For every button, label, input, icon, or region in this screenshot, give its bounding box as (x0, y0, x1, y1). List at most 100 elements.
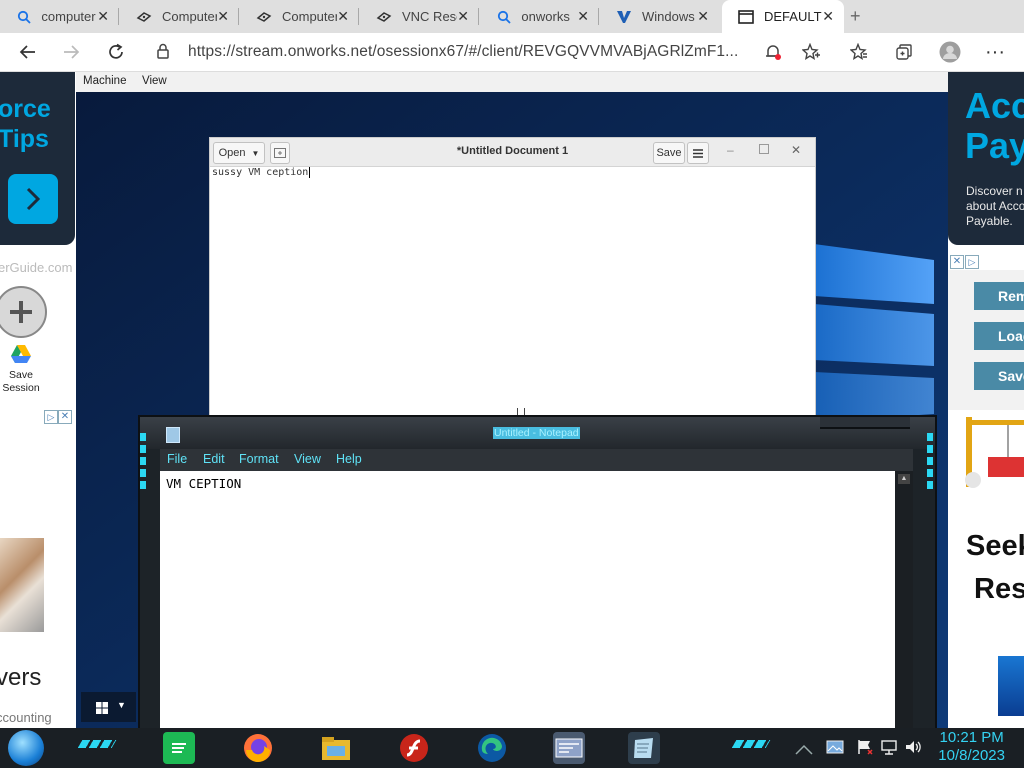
close-tab-icon[interactable]: ✕ (97, 8, 109, 25)
bell-icon (766, 45, 781, 60)
search-icon (496, 9, 511, 25)
scroll-up-arrow-icon[interactable]: ▲ (898, 474, 910, 484)
close-tab-icon[interactable]: ✕ (822, 8, 834, 25)
profile-button[interactable] (937, 39, 963, 65)
close-tab-icon[interactable]: ✕ (337, 8, 349, 25)
taskbar: 10:21 PM 10/8/2023 (0, 728, 1024, 768)
vnc-menu-bar: Machine View (76, 72, 948, 92)
close-button[interactable]: ✕ (791, 143, 801, 157)
seek-text-1: Seek (966, 530, 1024, 562)
tab-onworks-search[interactable]: onworks ✕ (480, 0, 599, 33)
notepad-titlebar: Untitled - Notepad (140, 417, 935, 493)
lock-icon[interactable] (156, 43, 170, 59)
ad-description: Discover n about Acco Payable. (966, 184, 1024, 228)
tab-title: Computer (282, 9, 338, 24)
skin-accent (731, 740, 771, 748)
ad-choices-bar: ✕ ▷ (948, 254, 988, 269)
new-tab-button[interactable]: + (850, 6, 861, 27)
ad-choices-bar: ▷ ✕ (0, 410, 76, 424)
ad-heading-line1: Acc (965, 85, 1024, 126)
favorites-star-icon (850, 43, 867, 60)
notifications-blocked-button[interactable] (760, 39, 786, 65)
save-button[interactable]: Save (653, 142, 685, 164)
tab-computer-gitbook[interactable]: Computer ✕ (120, 0, 239, 33)
notepad-title: Untitled - Notepad (493, 427, 580, 439)
ad-choices-icon[interactable]: ▷ (965, 255, 979, 269)
add-icon[interactable] (0, 286, 47, 338)
ad-image (0, 538, 44, 632)
minimize-button[interactable]: – (727, 143, 734, 157)
tab-title: computer (41, 9, 96, 24)
firefox-icon[interactable] (242, 732, 274, 764)
action-center-flag-icon[interactable] (856, 738, 874, 756)
close-tab-icon[interactable]: ✕ (577, 8, 589, 25)
gedit-content: sussy VM ception (212, 167, 309, 178)
notepad-taskbar-icon[interactable] (628, 732, 660, 764)
ad-close-icon[interactable]: ✕ (950, 255, 964, 269)
clock-date: 10/8/2023 (938, 747, 1005, 764)
close-tab-icon[interactable]: ✕ (457, 8, 469, 25)
load-button[interactable]: Load (974, 322, 1024, 350)
start-button[interactable] (96, 702, 108, 717)
right-ad-card[interactable]: Acc Pay Discover n about Acco Payable. (948, 72, 1024, 245)
system-clock[interactable]: 10:21 PM 10/8/2023 (938, 729, 1005, 765)
spotify-like-app-icon[interactable] (163, 732, 195, 764)
file-explorer-icon[interactable] (320, 732, 352, 764)
menu-machine[interactable]: Machine (83, 75, 126, 87)
tab-computer-search[interactable]: computer ✕ (0, 0, 119, 33)
text-cursor (309, 167, 311, 178)
gedit-window: Open ▼ *Untitled Document 1 Save – ✕ sus… (209, 137, 816, 418)
notepad-text-area[interactable]: VM CEPTION (160, 471, 895, 730)
collections-button[interactable] (891, 39, 917, 65)
tab-title: DEFAULT (764, 9, 822, 24)
tab-computer-gitbook-2[interactable]: Computer ✕ (240, 0, 359, 33)
favorites-button[interactable] (846, 39, 872, 65)
hamburger-menu-button[interactable] (687, 142, 709, 164)
menu-help[interactable]: Help (336, 452, 362, 466)
network-icon[interactable] (880, 738, 898, 756)
notepad-menu-bar: File Edit Format View Help (160, 449, 913, 471)
tab-vnc-resolution[interactable]: VNC Reso ✕ (360, 0, 479, 33)
maximize-button[interactable] (759, 144, 769, 154)
vertical-scrollbar[interactable]: ▲ (895, 471, 913, 730)
clock-time: 10:21 PM (939, 729, 1004, 746)
windows-logo-icon (96, 702, 108, 714)
edge-browser-icon[interactable] (476, 732, 508, 764)
menu-view[interactable]: View (294, 452, 321, 466)
remove-button[interactable]: Rem (974, 282, 1024, 310)
menu-view[interactable]: View (142, 75, 167, 87)
save-session-button[interactable]: Save Session (2, 342, 40, 402)
ad-close-icon[interactable]: ✕ (58, 410, 72, 424)
menu-edit[interactable]: Edit (203, 452, 225, 466)
volume-icon[interactable] (904, 738, 922, 756)
add-favorite-button[interactable] (798, 39, 824, 65)
more-options-button[interactable]: ··· (982, 39, 1008, 65)
forward-arrow-icon (64, 45, 80, 59)
forward-button[interactable] (58, 39, 84, 65)
menu-format[interactable]: Format (239, 452, 279, 466)
tab-default-active[interactable]: DEFAULT ✕ (722, 0, 844, 33)
left-ad-card[interactable]: orce Tips (0, 72, 75, 245)
tab-title: onworks (521, 9, 570, 24)
chevron-right-icon[interactable] (8, 174, 58, 224)
tab-windows[interactable]: Windows ✕ (600, 0, 719, 33)
remote-viewer-app-icon[interactable] (553, 732, 585, 764)
close-tab-icon[interactable]: ✕ (217, 8, 229, 25)
ad-choices-icon[interactable]: ▷ (44, 410, 58, 424)
address-bar[interactable]: https://stream.onworks.net/osessionx67/#… (150, 37, 830, 67)
software-box-image (998, 656, 1024, 716)
menu-file[interactable]: File (167, 452, 187, 466)
close-tab-icon[interactable]: ✕ (697, 8, 709, 25)
image-viewer-tray-icon[interactable] (826, 738, 844, 756)
gedit-text-area[interactable]: sussy VM ception (212, 167, 311, 178)
show-hidden-icons-icon[interactable] (795, 742, 813, 755)
save-button[interactable]: Save (974, 362, 1024, 390)
refresh-button[interactable] (103, 39, 129, 65)
caret-down-icon[interactable]: ▼ (117, 700, 126, 710)
flash-player-icon[interactable] (398, 732, 430, 764)
ad-heading-line2: Tips (0, 125, 49, 153)
notepad-icon (166, 427, 180, 443)
ad-domain: erGuide.com (0, 260, 73, 275)
start-orb-icon[interactable] (8, 730, 44, 766)
back-button[interactable] (15, 39, 41, 65)
